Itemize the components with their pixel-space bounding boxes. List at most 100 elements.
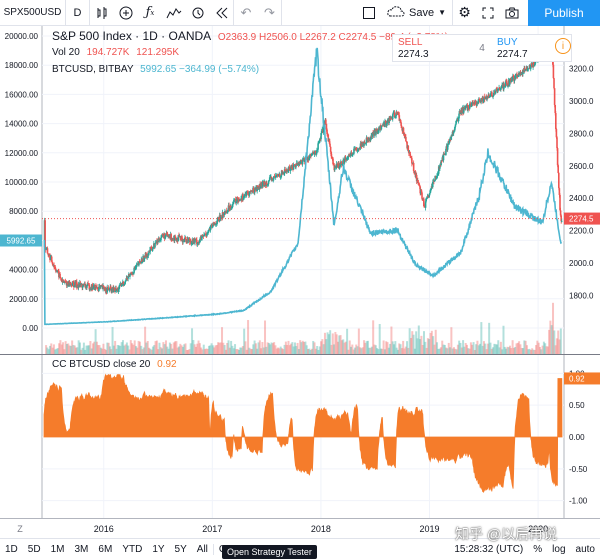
spx-candle-body bbox=[560, 220, 563, 222]
left-axis-label: 2000.00 bbox=[9, 295, 38, 304]
auto-toggle[interactable]: auto bbox=[571, 544, 600, 555]
left-axis-label: 20000.00 bbox=[5, 32, 39, 41]
spx-candle-body bbox=[552, 64, 555, 79]
symbol-title[interactable]: S&P 500 Index · 1D · OANDA bbox=[52, 29, 211, 43]
fullscreen-icon[interactable] bbox=[476, 0, 500, 26]
right-axis-label: 3000.0 bbox=[569, 97, 594, 106]
spx-candle-body bbox=[110, 286, 112, 289]
left-axis-label: 4000.00 bbox=[9, 266, 38, 275]
left-axis-label: 0.00 bbox=[22, 324, 38, 333]
spx-candle-body bbox=[151, 248, 154, 251]
cc-area bbox=[43, 373, 563, 493]
spx-candle-body bbox=[86, 285, 88, 288]
compare-icon[interactable] bbox=[114, 0, 138, 26]
spx-candle-body bbox=[70, 282, 72, 284]
range-button-1y[interactable]: 1Y bbox=[147, 544, 169, 555]
spx-candle-body bbox=[124, 281, 126, 284]
layout-icon[interactable] bbox=[357, 0, 381, 26]
spx-candle-body bbox=[412, 162, 415, 172]
spx-candle-body bbox=[421, 192, 423, 199]
range-button-6m[interactable]: 6M bbox=[93, 544, 117, 555]
spx-candle-body bbox=[555, 113, 557, 130]
spx-candle-body bbox=[556, 137, 558, 149]
settings-icon[interactable]: ⚙ bbox=[452, 0, 476, 26]
log-toggle[interactable]: log bbox=[547, 544, 570, 555]
trade-panel: SELL 2274.3 4 BUY 2274.7 bbox=[392, 34, 572, 62]
btc-label[interactable]: BTCUSD, BITBAY bbox=[52, 64, 133, 75]
sell-price: 2274.3 bbox=[398, 49, 429, 60]
right-axis-label: 3200.0 bbox=[569, 64, 594, 73]
percent-toggle[interactable]: % bbox=[528, 544, 547, 555]
left-axis-label: 8000.00 bbox=[9, 207, 38, 216]
range-button-1d[interactable]: 1D bbox=[0, 544, 23, 555]
spx-candle-body bbox=[400, 122, 402, 126]
chevron-down-icon: ▼ bbox=[438, 8, 446, 17]
alert-icon[interactable] bbox=[186, 0, 210, 26]
replay-icon[interactable] bbox=[210, 0, 234, 26]
time-axis-z-icon: Z bbox=[17, 524, 23, 534]
main-chart-pane[interactable]: 20000.00 18000.00 16000.00 14000.00 12000.00… bbox=[0, 26, 600, 354]
correlation-pane[interactable]: 1.000.500.00-0.50-1.000.92 bbox=[0, 354, 600, 519]
spx-candle-body bbox=[553, 88, 556, 106]
volume-value-1: 194.727K bbox=[86, 47, 130, 58]
volume-label[interactable]: Vol 20 bbox=[52, 47, 80, 58]
cc-axis-label: -0.50 bbox=[569, 465, 588, 474]
fx-icon[interactable]: ƒx bbox=[138, 0, 162, 26]
clock[interactable]: 15:28:32 (UTC) bbox=[449, 544, 528, 555]
main-chart-svg: 20000.00 18000.00 16000.00 14000.00 12000.00… bbox=[0, 26, 600, 354]
sell-button[interactable]: SELL 2274.3 bbox=[393, 35, 472, 61]
left-axis-label: 16000.00 bbox=[5, 90, 39, 99]
spx-candle-body bbox=[425, 199, 428, 202]
spx-candle-body bbox=[329, 143, 331, 147]
top-toolbar: SPX500USD D ƒx ↶ ↷ Save ▼ ⚙ Publish bbox=[0, 0, 600, 26]
range-button-5d[interactable]: 5D bbox=[23, 544, 46, 555]
camera-icon[interactable] bbox=[500, 0, 524, 26]
spx-candle-body bbox=[553, 78, 555, 89]
cc-label[interactable]: CC BTCUSD close 20 bbox=[52, 359, 150, 370]
main-legend: S&P 500 Index · 1D · OANDA O2363.9 H2506… bbox=[52, 29, 448, 43]
cc-axis-label: 0.00 bbox=[569, 433, 585, 442]
undo-icon[interactable]: ↶ bbox=[234, 0, 258, 26]
range-button-3m[interactable]: 3M bbox=[70, 544, 94, 555]
chart-style-icon[interactable] bbox=[162, 0, 186, 26]
watermark: 知乎 @以后再说 bbox=[455, 526, 558, 542]
publish-button[interactable]: Publish bbox=[528, 0, 600, 26]
left-axis-label: 14000.00 bbox=[5, 120, 39, 129]
volume-bar bbox=[559, 328, 562, 354]
sell-label: SELL bbox=[398, 37, 423, 48]
spx-candle-body bbox=[405, 136, 407, 142]
redo-icon[interactable]: ↷ bbox=[258, 0, 282, 26]
volume-legend: Vol 20 194.727K 121.295K bbox=[52, 47, 179, 58]
right-axis-label: 2200.0 bbox=[569, 227, 594, 236]
spx-candle-body bbox=[411, 158, 413, 164]
range-button-5y[interactable]: 5Y bbox=[170, 544, 192, 555]
cc-value-tag-label: 0.92 bbox=[569, 374, 585, 383]
spx-candle-body bbox=[556, 148, 559, 166]
spx-candle-body bbox=[301, 160, 304, 165]
time-axis-label: 2016 bbox=[94, 524, 114, 534]
spx-candle-body bbox=[295, 165, 297, 168]
btc-legend: BTCUSD, BITBAY 5992.65 −364.99 (−5.74%) bbox=[52, 64, 259, 75]
range-button-all[interactable]: All bbox=[192, 544, 213, 555]
btc-value: 5992.65 −364.99 (−5.74%) bbox=[140, 64, 260, 75]
time-axis-label: 2019 bbox=[419, 524, 439, 534]
interval-button[interactable]: D bbox=[66, 0, 90, 26]
cc-legend: CC BTCUSD close 20 0.92 bbox=[52, 359, 177, 370]
chart-type-icon[interactable] bbox=[90, 0, 114, 26]
spx-candle-body bbox=[557, 172, 560, 189]
info-icon[interactable]: i bbox=[555, 38, 571, 54]
symbol-search-button[interactable]: SPX500USD bbox=[0, 0, 66, 26]
right-axis-label: 1800.0 bbox=[569, 292, 594, 301]
save-button[interactable]: Save ▼ bbox=[381, 0, 452, 26]
left-axis-label: 12000.00 bbox=[5, 149, 39, 158]
correlation-svg: 1.000.500.00-0.50-1.000.92 bbox=[41, 355, 600, 519]
right-axis-label: 2400.0 bbox=[569, 194, 594, 203]
range-button-1m[interactable]: 1M bbox=[46, 544, 70, 555]
range-button-ytd[interactable]: YTD bbox=[117, 544, 147, 555]
right-axis-bg bbox=[564, 26, 600, 354]
save-label: Save bbox=[409, 6, 435, 19]
spx-candle-body bbox=[129, 275, 131, 277]
right-axis-label: 2600.0 bbox=[569, 162, 594, 171]
cloud-icon bbox=[387, 5, 405, 20]
spx-candle-body bbox=[458, 113, 460, 119]
